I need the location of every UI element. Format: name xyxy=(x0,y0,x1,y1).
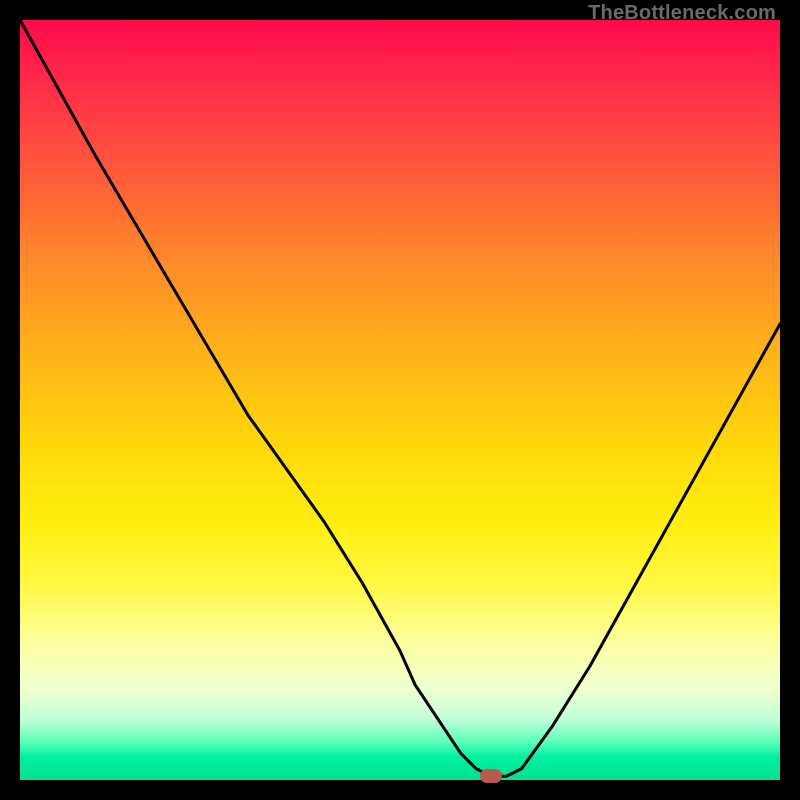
bottleneck-curve xyxy=(20,20,780,780)
chart-container: TheBottleneck.com xyxy=(0,0,800,800)
plot-area xyxy=(20,20,780,780)
optimal-point-marker xyxy=(480,769,502,783)
